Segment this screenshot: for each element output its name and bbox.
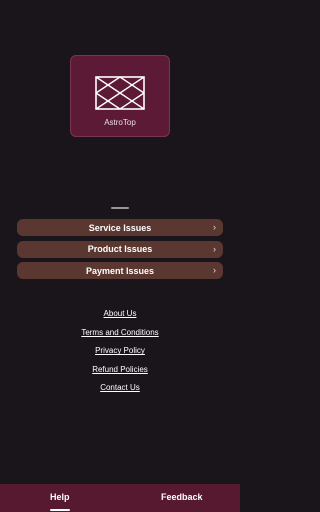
active-tab-indicator xyxy=(50,509,70,511)
help-screen: AstroTop Service Issues › Product Issues… xyxy=(0,0,240,512)
app-logo-card: AstroTop xyxy=(70,55,170,137)
chevron-right-icon: › xyxy=(213,222,216,232)
tab-feedback[interactable]: Feedback xyxy=(161,492,203,502)
info-links: About Us Terms and Conditions Privacy Po… xyxy=(0,309,240,402)
app-name: AstroTop xyxy=(104,118,136,127)
drag-handle[interactable] xyxy=(111,207,129,209)
service-issues-button[interactable]: Service Issues › xyxy=(17,219,223,236)
chevron-right-icon: › xyxy=(213,265,216,275)
privacy-policy-link[interactable]: Privacy Policy xyxy=(95,346,145,365)
product-issues-button[interactable]: Product Issues › xyxy=(17,240,223,258)
issue-label: Service Issues xyxy=(88,222,152,233)
issue-label: Product Issues xyxy=(87,244,153,254)
contact-us-link[interactable]: Contact Us xyxy=(100,383,140,402)
issue-label: Payment Issues xyxy=(85,265,155,276)
about-us-link[interactable]: About Us xyxy=(104,309,137,328)
chevron-right-icon: › xyxy=(213,243,216,254)
tab-help[interactable]: Help xyxy=(50,492,70,502)
payment-issues-button[interactable]: Payment Issues › xyxy=(17,262,223,279)
refund-policies-link[interactable]: Refund Policies xyxy=(92,365,148,384)
lattice-logo-icon xyxy=(95,76,145,110)
issue-list: Service Issues › Product Issues › Paymen… xyxy=(17,219,223,284)
bottom-nav: Help Feedback xyxy=(0,484,240,512)
terms-link[interactable]: Terms and Conditions xyxy=(81,328,158,347)
